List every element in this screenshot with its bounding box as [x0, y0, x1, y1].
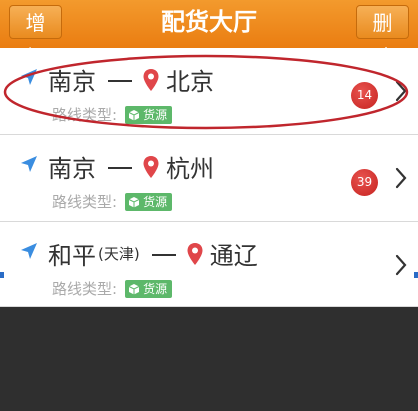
route-row[interactable]: 和平 (天津) 通辽 路线类型: 货源: [0, 222, 418, 307]
cargo-tag: 货源: [125, 279, 173, 298]
route-to: 杭州: [166, 155, 214, 183]
route-to: 北京: [166, 68, 214, 96]
route-from: 和平: [48, 242, 96, 270]
route-row[interactable]: 南京 北京 路线类型: 货源 14: [0, 48, 418, 135]
route-from: 南京: [48, 155, 96, 183]
location-pin-icon: [143, 155, 159, 178]
route-type-line: 路线类型: 货源: [52, 278, 173, 299]
box-icon: [128, 283, 140, 294]
count-badge: 39: [351, 169, 378, 196]
route-dash: [108, 166, 132, 169]
cargo-tag-label: 货源: [143, 281, 168, 296]
cargo-tag: 货源: [125, 105, 173, 124]
count-badge: 14: [351, 82, 378, 109]
route-title: 和平 (天津) 通辽: [48, 236, 258, 271]
edge-marker: [414, 272, 418, 278]
chevron-right-icon: [395, 80, 407, 102]
delete-button[interactable]: 删除: [356, 5, 409, 69]
route-from-note: (天津): [98, 245, 140, 263]
route-type-line: 路线类型: 货源: [52, 104, 173, 125]
location-pin-icon: [143, 68, 159, 91]
cargo-tag-label: 货源: [143, 194, 168, 209]
route-type-label: 路线类型:: [52, 280, 118, 298]
cargo-tag: 货源: [125, 192, 173, 211]
cargo-tag-label: 货源: [143, 107, 168, 122]
route-dash: [108, 79, 132, 82]
route-title: 南京 杭州: [48, 149, 214, 184]
box-icon: [128, 196, 140, 207]
route-title: 南京 北京: [48, 62, 214, 97]
navigation-arrow-icon: [21, 69, 37, 85]
route-type-line: 路线类型: 货源: [52, 191, 173, 212]
box-icon: [128, 109, 140, 120]
edge-marker: [0, 272, 4, 278]
route-dash: [151, 253, 176, 256]
navigation-arrow-icon: [21, 243, 37, 259]
route-from: 南京: [48, 68, 96, 96]
route-type-label: 路线类型:: [52, 193, 118, 211]
location-pin-icon: [187, 242, 203, 265]
route-type-label: 路线类型:: [52, 106, 118, 124]
route-list: 南京 北京 路线类型: 货源 14 南京 杭州 路线类型: 货源 39 和平 (…: [0, 48, 418, 307]
app-header: 增加 配货大厅 删除: [0, 0, 418, 69]
route-row[interactable]: 南京 杭州 路线类型: 货源 39: [0, 135, 418, 222]
route-to: 通辽: [209, 242, 258, 270]
navigation-arrow-icon: [21, 156, 37, 172]
chevron-right-icon: [395, 167, 407, 189]
chevron-right-icon: [395, 254, 407, 276]
